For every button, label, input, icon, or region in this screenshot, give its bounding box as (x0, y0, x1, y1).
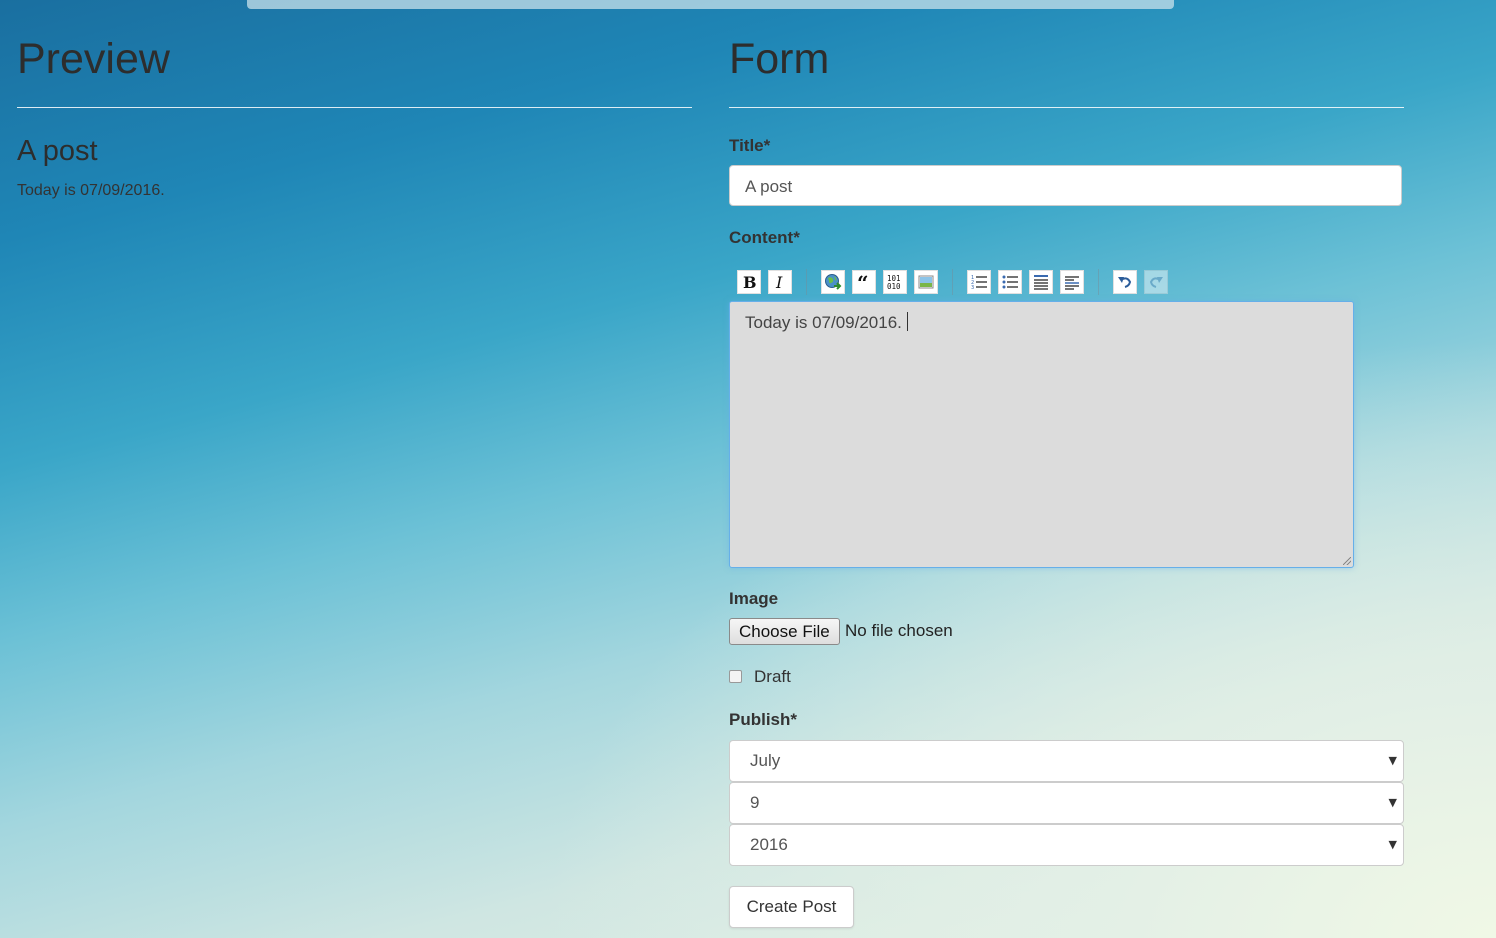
form-divider (729, 107, 1404, 108)
file-status-text: No file chosen (845, 621, 953, 640)
toolbar-separator (806, 269, 807, 295)
horizontal-rule-icon[interactable] (1060, 270, 1084, 294)
ordered-list-icon[interactable]: 1 2 3 (967, 270, 991, 294)
title-label: Title* (729, 136, 771, 155)
unordered-list-icon[interactable] (998, 270, 1022, 294)
top-banner-edge (247, 0, 1174, 9)
preview-post-title: A post (17, 135, 98, 167)
editor-toolbar: B I “ 101 010 1 2 3 (737, 268, 1175, 296)
preview-post-body: Today is 07/09/2016. (17, 182, 165, 199)
image-label: Image (729, 589, 779, 608)
content-label: Content* (729, 228, 800, 247)
link-icon[interactable] (821, 270, 845, 294)
image-icon[interactable] (914, 270, 938, 294)
draft-checkbox[interactable] (729, 670, 742, 683)
resize-handle[interactable] (1343, 557, 1351, 565)
chevron-down-icon: ▼ (1388, 838, 1397, 851)
chevron-down-icon: ▼ (1388, 796, 1397, 809)
draft-label[interactable]: Draft (754, 667, 791, 687)
svg-text:B: B (743, 274, 757, 290)
choose-file-button[interactable]: Choose File (729, 618, 840, 645)
code-icon[interactable]: 101 010 (883, 270, 907, 294)
create-post-button[interactable]: Create Post (729, 886, 854, 928)
quote-icon[interactable]: “ (852, 270, 876, 294)
publish-month-select[interactable]: July ▼ (729, 740, 1404, 782)
publish-day-value: 9 (750, 793, 760, 812)
svg-text:“: “ (857, 274, 869, 290)
svg-text:3: 3 (971, 285, 974, 291)
bold-icon[interactable]: B (737, 270, 761, 294)
text-caret (906, 312, 908, 331)
title-input[interactable]: A post (729, 165, 1402, 206)
preview-divider (17, 107, 692, 108)
publish-year-select[interactable]: 2016 ▼ (729, 824, 1404, 866)
heading-icon[interactable] (1029, 270, 1053, 294)
redo-icon[interactable] (1144, 270, 1168, 294)
undo-icon[interactable] (1113, 270, 1137, 294)
publish-month-value: July (750, 751, 781, 770)
form-heading: Form (729, 35, 830, 83)
toolbar-separator (952, 269, 953, 295)
publish-label: Publish* (729, 710, 798, 729)
publish-day-select[interactable]: 9 ▼ (729, 782, 1404, 824)
toolbar-separator (1098, 269, 1099, 295)
preview-heading: Preview (17, 35, 170, 83)
content-editor[interactable]: Today is 07/09/2016. (729, 301, 1354, 568)
content-editor-text: Today is 07/09/2016. (745, 313, 902, 332)
svg-text:010: 010 (887, 282, 901, 291)
italic-icon[interactable]: I (768, 270, 792, 294)
publish-year-value: 2016 (750, 835, 788, 854)
svg-text:I: I (775, 274, 783, 290)
chevron-down-icon: ▼ (1388, 754, 1397, 767)
